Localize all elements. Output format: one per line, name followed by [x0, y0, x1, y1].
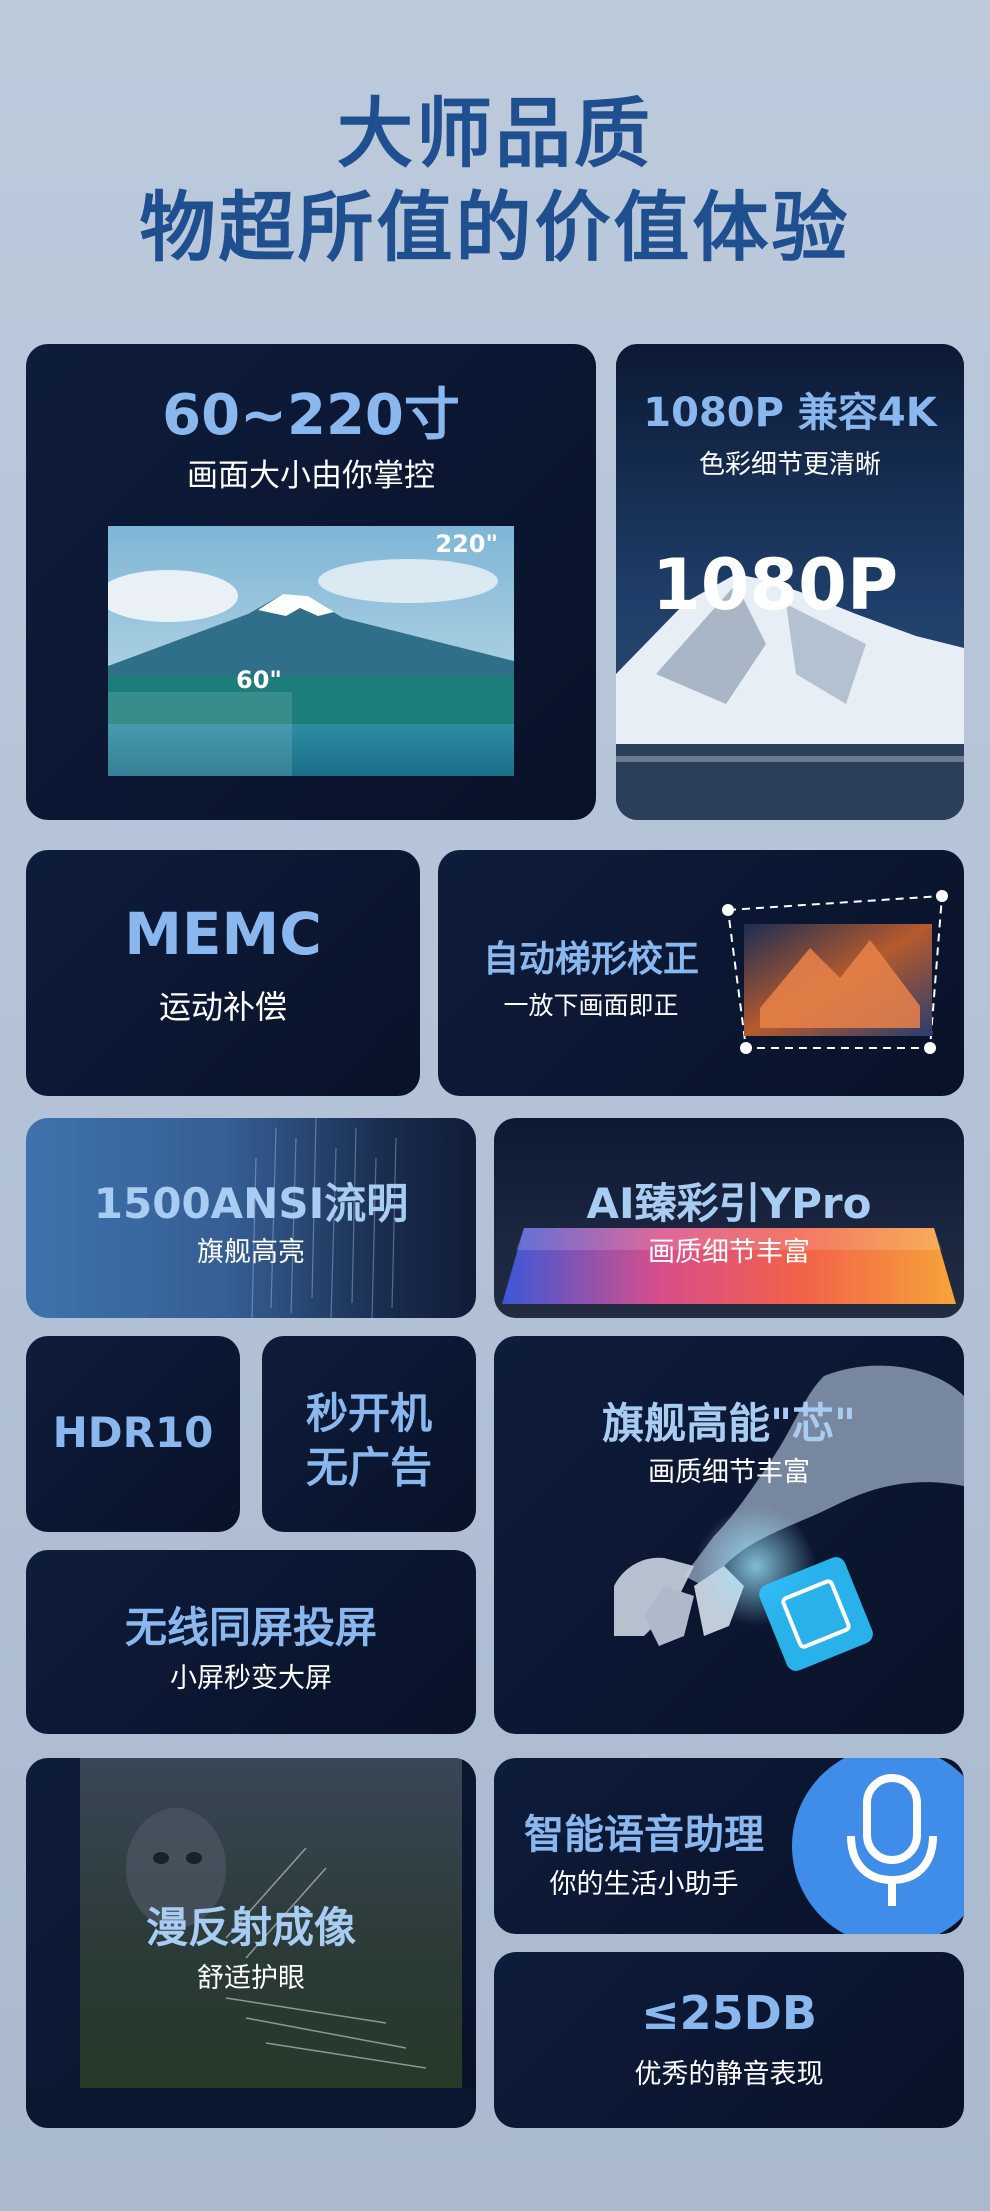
- memc-title: MEMC: [124, 900, 322, 968]
- resolution-overlay-text: 1080P: [652, 544, 899, 626]
- card-noise-level: ≤25DB 优秀的静音表现: [494, 1952, 964, 2128]
- card-keystone: 自动梯形校正 一放下画面即正: [438, 850, 964, 1096]
- brightness-subtitle: 旗舰高亮: [197, 1237, 305, 1268]
- card-chip: 旗舰高能"芯" 画质细节丰富: [494, 1336, 964, 1734]
- ai-engine-subtitle: 画质细节丰富: [648, 1237, 810, 1268]
- screen-size-title: 60~220寸: [162, 383, 460, 448]
- card-voice-assistant: 智能语音助理 你的生活小助手: [494, 1758, 964, 1934]
- diffuse-subtitle: 舒适护眼: [197, 1963, 305, 1994]
- card-memc: MEMC 运动补偿: [26, 850, 420, 1096]
- card-ai-engine: AI臻彩引YPro 画质细节丰富: [494, 1118, 964, 1318]
- ai-engine-title: AI臻彩引YPro: [586, 1179, 872, 1228]
- voice-badge: [792, 1758, 964, 1934]
- resolution-title: 1080P 兼容4K: [643, 390, 937, 436]
- noise-level-title: ≤25DB: [641, 1986, 817, 2040]
- chip-title: 旗舰高能"芯": [602, 1399, 856, 1448]
- memc-subtitle: 运动补偿: [158, 988, 287, 1026]
- mountain-lake-image: 220" 60": [108, 526, 514, 776]
- screen-cast-title: 无线同屏投屏: [124, 1603, 377, 1652]
- card-screen-cast: 无线同屏投屏 小屏秒变大屏: [26, 1550, 476, 1734]
- chip-subtitle: 画质细节丰富: [648, 1457, 810, 1488]
- size-label-220: 220": [435, 530, 498, 558]
- card-screen-size: 60~220寸 画面大小由你掌控 220" 60": [26, 344, 596, 820]
- card-resolution: 1080P 兼容4K 色彩细节更清晰 1080P: [616, 344, 964, 820]
- keystone-frame-graphic: [726, 894, 944, 1049]
- screen-size-subtitle: 画面大小由你掌控: [187, 458, 435, 494]
- keystone-title: 自动梯形校正: [482, 939, 699, 980]
- resolution-subtitle: 色彩细节更清晰: [698, 450, 881, 480]
- brightness-title: 1500ANSI流明: [93, 1179, 409, 1228]
- card-hdr10: HDR10: [26, 1336, 240, 1532]
- card-diffuse: 漫反射成像 舒适护眼: [26, 1758, 476, 2128]
- size-label-60: 60": [236, 666, 282, 694]
- card-brightness: 1500ANSI流明 旗舰高亮: [26, 1118, 476, 1318]
- hdr10-title: HDR10: [52, 1408, 214, 1457]
- keystone-corner-tr: [936, 890, 948, 902]
- headline-line-2: 物超所值的价值体验: [139, 183, 851, 272]
- keystone-corner-tl: [722, 904, 734, 916]
- keystone-subtitle: 一放下画面即正: [503, 991, 679, 1020]
- keystone-corner-br: [924, 1042, 936, 1054]
- noise-level-subtitle: 优秀的静音表现: [634, 2059, 824, 2090]
- fast-boot-line-1: 秒开机: [305, 1389, 432, 1438]
- voice-subtitle: 你的生活小助手: [549, 1869, 739, 1900]
- diffuse-title: 漫反射成像: [145, 1903, 356, 1952]
- screen-cast-subtitle: 小屏秒变大屏: [170, 1663, 332, 1694]
- microphone-icon: [847, 1774, 937, 1906]
- card-fast-boot: 秒开机 无广告: [262, 1336, 476, 1532]
- fast-boot-line-2: 无广告: [305, 1443, 432, 1492]
- voice-title: 智能语音助理: [524, 1812, 764, 1858]
- keystone-corner-bl: [740, 1042, 752, 1054]
